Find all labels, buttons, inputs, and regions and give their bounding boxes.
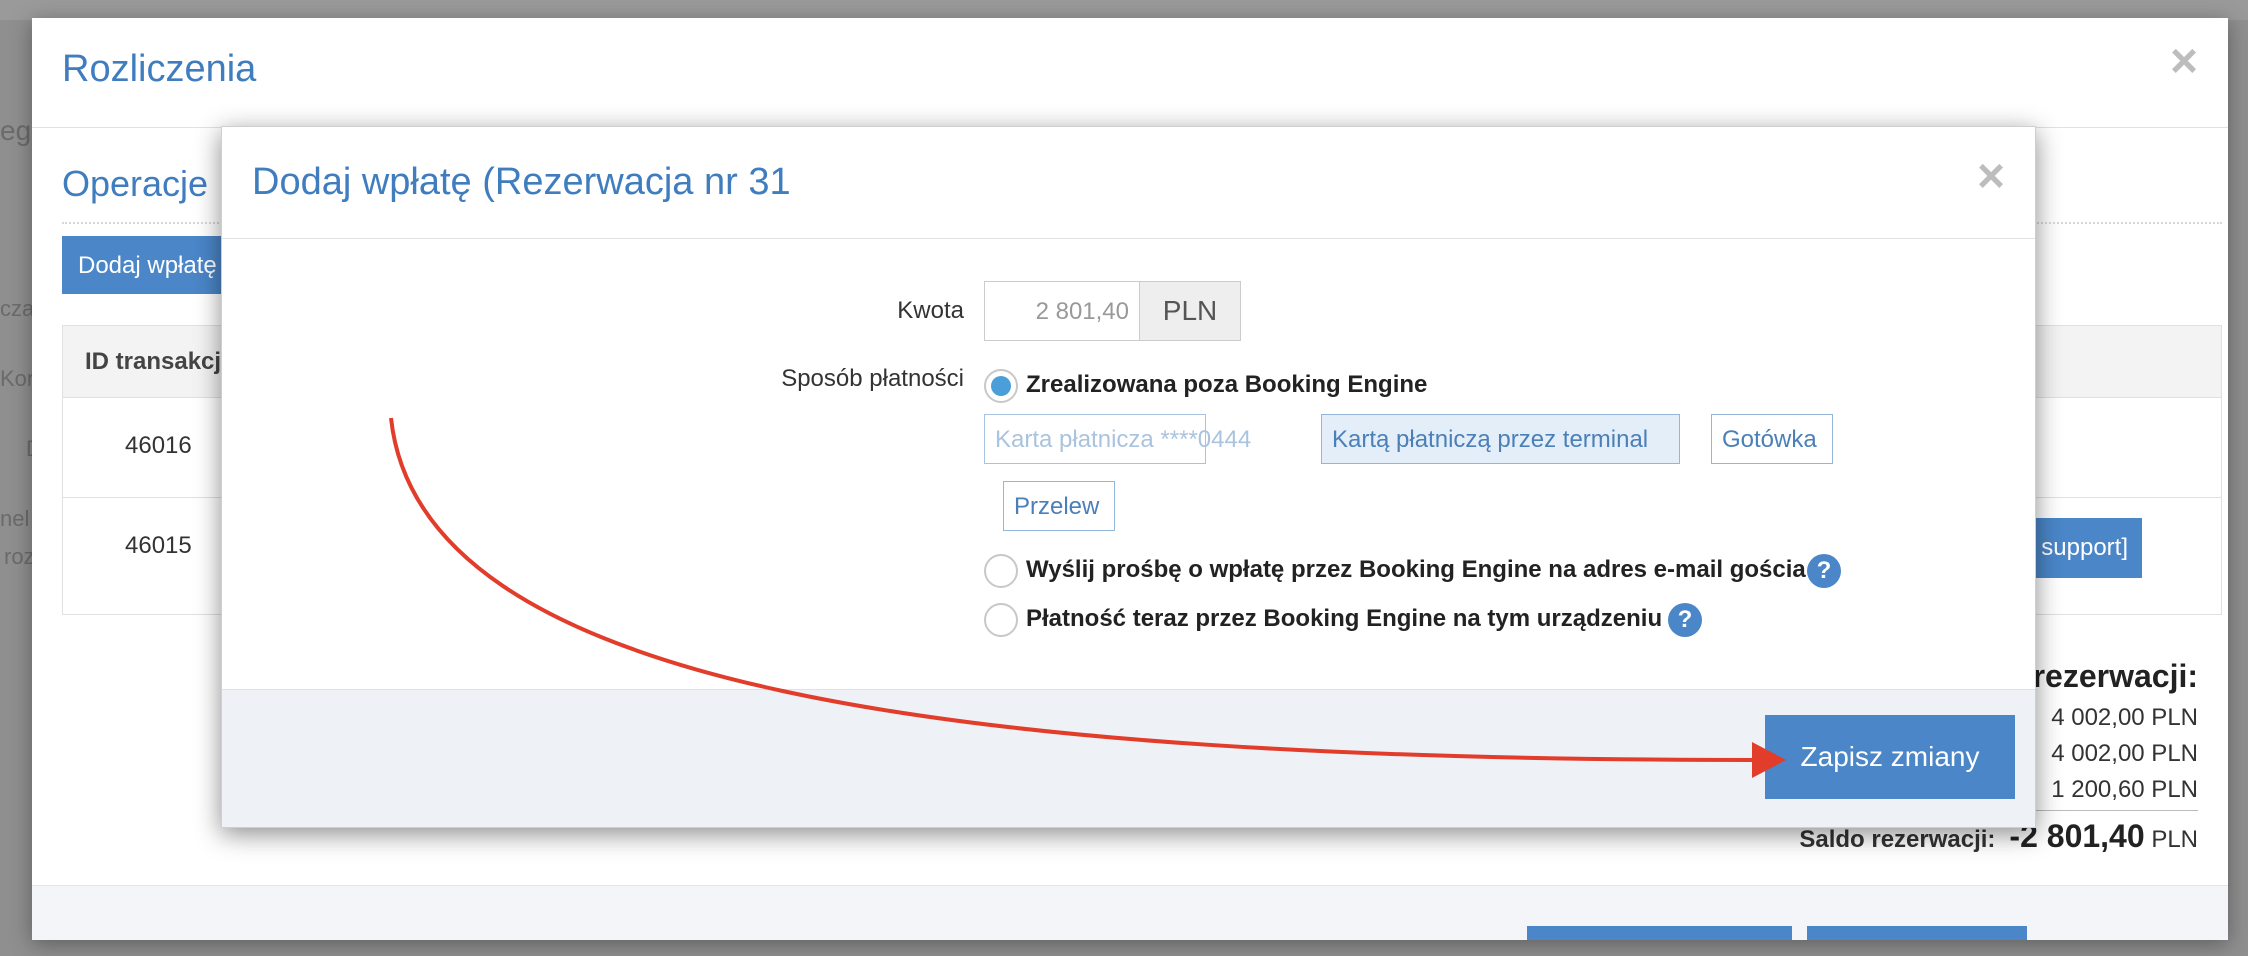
summary-value: 4 002,00 PLN — [2051, 704, 2198, 731]
operations-title: Operacje — [62, 163, 209, 204]
radio-pay-now-device[interactable] — [984, 603, 1018, 637]
help-icon[interactable]: ? — [1807, 554, 1841, 588]
settlements-modal-footer — [32, 885, 2228, 940]
background-text-fragment: cza — [0, 296, 35, 321]
summary-value: 1 200,60 PLN — [2051, 776, 2198, 803]
amount-label: Kwota — [897, 297, 964, 324]
dialog-header: Dodaj wpłatę (Rezerwacja nr 31 × — [222, 127, 2035, 239]
summary-value: 4 002,00 PLN — [2051, 740, 2198, 767]
background-text-fragment: Kor — [0, 366, 35, 391]
close-icon[interactable]: × — [1977, 153, 2005, 201]
radio-label: Wyślij prośbę o wpłatę przez Booking Eng… — [1026, 556, 1806, 583]
method-transfer-button[interactable]: Przelew — [1003, 481, 1115, 531]
radio-outside-booking-engine[interactable] — [984, 369, 1018, 403]
footer-button[interactable] — [1527, 926, 1792, 940]
background-text-fragment: roz — [4, 544, 35, 569]
radio-label: Zrealizowana poza Booking Engine — [1026, 371, 1428, 398]
help-icon[interactable]: ? — [1668, 603, 1702, 637]
add-payment-button[interactable]: Dodaj wpłatę — [62, 236, 242, 294]
currency-addon: PLN — [1139, 281, 1241, 341]
balance-currency: PLN — [2151, 826, 2198, 853]
payment-method-label: Sposób płatności — [781, 365, 964, 392]
transaction-id-cell: 46015 — [125, 532, 192, 559]
add-payment-dialog: Dodaj wpłatę (Rezerwacja nr 31 × Kwota 2… — [221, 126, 2036, 828]
footer-button[interactable] — [1807, 926, 2027, 940]
card-number-field[interactable]: Karta płatnicza ****0444 — [984, 414, 1251, 464]
transaction-id-cell: 46016 — [125, 432, 192, 459]
dialog-title: Dodaj wpłatę (Rezerwacja nr 31 — [252, 161, 791, 203]
method-card-terminal-button[interactable]: Kartą płatniczą przez terminal — [1321, 414, 1680, 464]
dialog-footer: Zapisz zmiany — [222, 689, 2035, 827]
radio-label: Płatność teraz przez Booking Engine na t… — [1026, 605, 1663, 632]
background-page-top — [0, 0, 2248, 20]
column-header-transaction-id: ID transakcji — [85, 348, 228, 375]
save-changes-button[interactable]: Zapisz zmiany — [1765, 715, 2015, 799]
amount-input[interactable]: 2 801,40 — [984, 281, 1140, 341]
settlements-modal-title: Rozliczenia — [62, 48, 257, 90]
background-text-fragment: eg — [0, 115, 32, 146]
background-text-fragment: nel — [0, 506, 30, 531]
close-icon[interactable]: × — [2170, 38, 2198, 86]
method-cash-button[interactable]: Gotówka — [1711, 414, 1833, 464]
summary-title: rezerwacji: — [2032, 658, 2198, 694]
settlements-modal-header: Rozliczenia × — [32, 18, 2228, 128]
balance-label: Saldo rezerwacji: — [1799, 826, 1996, 853]
radio-email-request[interactable] — [984, 554, 1018, 588]
